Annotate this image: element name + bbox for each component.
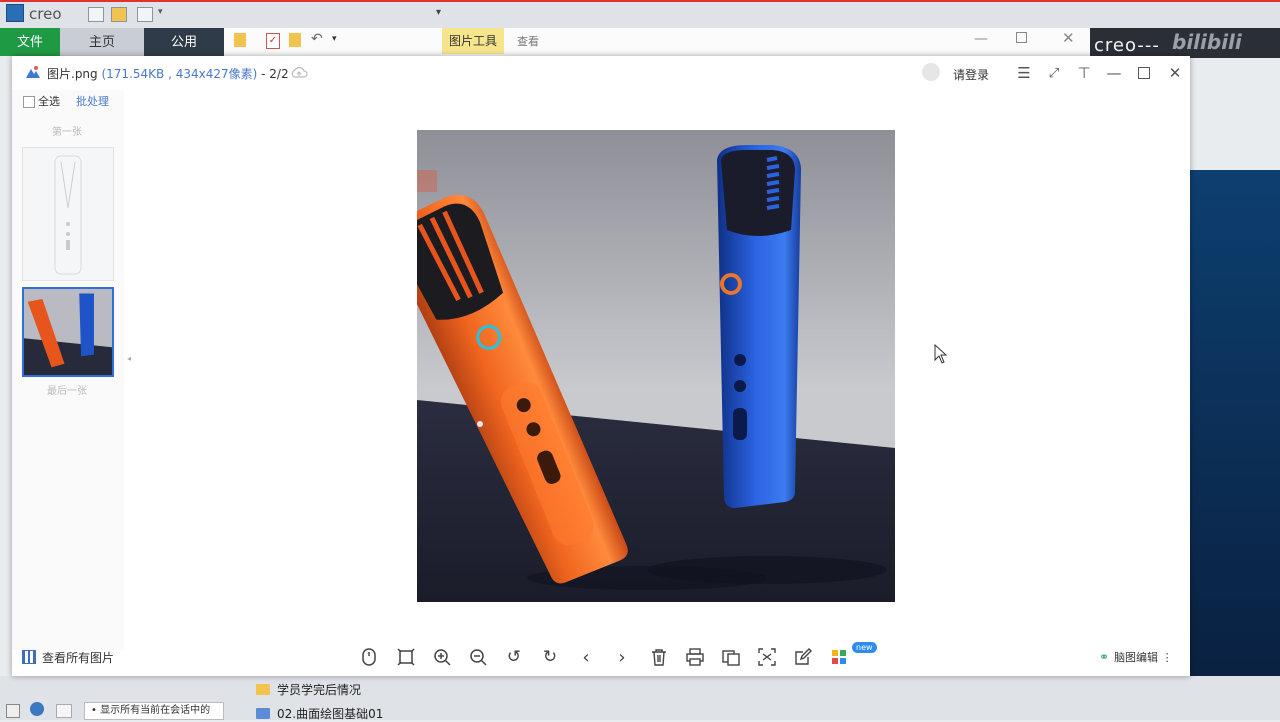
rotate-left-icon[interactable]: ↺: [503, 646, 525, 668]
login-link[interactable]: 请登录: [953, 66, 989, 83]
explorer-minimize-button[interactable]: —: [974, 31, 988, 47]
globe-icon[interactable]: [30, 702, 44, 716]
close-button[interactable]: ✕: [1164, 62, 1186, 84]
batch-process-link[interactable]: 批处理: [76, 93, 109, 109]
grid-icon: [22, 650, 36, 664]
print-icon[interactable]: [684, 646, 706, 668]
pin-icon[interactable]: ⊤: [1073, 62, 1095, 84]
mind-map-edit-button[interactable]: ⚭ 脑图编辑 ⋮: [1099, 649, 1173, 665]
view-all-images-button[interactable]: 查看所有图片: [22, 649, 114, 666]
properties-icon[interactable]: ✓: [266, 33, 280, 49]
undo-icon[interactable]: ↶: [311, 31, 323, 47]
thumbnail-1[interactable]: [22, 147, 114, 281]
microphone-render: [417, 130, 895, 602]
viewer-title: 图片.png (171.54KB , 434x427像素) - 2/2: [47, 65, 289, 82]
image-viewer-window: 图片.png (171.54KB , 434x427像素) - 2/2 请登录 …: [12, 56, 1190, 676]
mouse-cursor-icon: [934, 344, 948, 364]
folder-icon: [256, 708, 270, 719]
tab-share[interactable]: 公用: [144, 28, 224, 56]
folder-icon: [256, 684, 270, 695]
open-folder-icon[interactable]: [111, 7, 127, 22]
next-icon[interactable]: ›: [611, 646, 633, 668]
list-item[interactable]: 02.曲面绘图基础01: [256, 705, 383, 722]
image-index: - 2/2: [261, 67, 289, 81]
compare-icon[interactable]: [720, 646, 742, 668]
fullscreen-icon[interactable]: ⤢: [1043, 62, 1065, 84]
thumbnail-2-selected[interactable]: [22, 287, 114, 377]
explorer-maximize-button[interactable]: [1016, 32, 1027, 43]
thumbnail-sidebar: 全选 批处理 第一张 最后一张: [12, 90, 124, 650]
file-meta: (171.54KB , 434x427像素): [101, 67, 258, 81]
watermark-text: creo---: [1094, 35, 1160, 56]
main-image-canvas[interactable]: [417, 130, 895, 602]
viewer-app-icon: [26, 66, 40, 78]
tab-picture-tools[interactable]: 图片工具: [442, 28, 504, 54]
avatar[interactable]: [922, 63, 940, 81]
tab-file[interactable]: 文件: [0, 28, 60, 56]
select-all-label[interactable]: 全选: [38, 93, 60, 109]
list-item[interactable]: 学员学完后情况: [256, 681, 361, 698]
thumbnail-sketch: [54, 155, 82, 275]
creo-quick-access-bar: [0, 0, 1280, 28]
file-name: 图片.png: [47, 67, 98, 81]
background-window: [1190, 170, 1280, 690]
select-all-checkbox[interactable]: [23, 96, 35, 108]
explorer-ribbon: [224, 28, 1090, 57]
window-icon[interactable]: [137, 7, 153, 22]
tab-home[interactable]: 主页: [60, 28, 144, 56]
mouse-icon[interactable]: [358, 646, 380, 668]
status-message: • 显示所有当前在会话中的: [84, 702, 224, 720]
thumbnail-microphones: [24, 289, 112, 375]
prev-icon[interactable]: ‹: [575, 646, 597, 668]
rotate-right-icon[interactable]: ↻: [539, 646, 561, 668]
mindmap-icon: ⚭: [1099, 650, 1110, 664]
fit-icon[interactable]: [395, 646, 417, 668]
new-file-icon[interactable]: [88, 7, 104, 22]
grid-icon[interactable]: [6, 704, 20, 718]
dropdown-arrow-icon[interactable]: ▾: [158, 7, 163, 17]
more-options-icon[interactable]: ⋮: [1162, 651, 1173, 664]
collapse-sidebar-icon[interactable]: ◂: [127, 354, 131, 363]
bilibili-logo: bilibili: [1172, 30, 1242, 54]
delete-icon[interactable]: [648, 646, 670, 668]
maximize-button[interactable]: [1133, 62, 1155, 84]
explorer-close-button[interactable]: ✕: [1062, 29, 1075, 47]
creo-logo: creo: [6, 4, 62, 23]
menu-icon[interactable]: ☰: [1013, 62, 1035, 84]
zoom-in-icon[interactable]: [431, 646, 453, 668]
zoom-out-icon[interactable]: [467, 646, 489, 668]
cloud-upload-icon[interactable]: [290, 65, 308, 79]
first-image-separator: 第一张: [22, 123, 112, 138]
window-icon[interactable]: [56, 704, 72, 718]
grid-apps-icon[interactable]: [828, 646, 850, 668]
new-folder-icon[interactable]: [289, 33, 301, 47]
creo-app-icon: [6, 4, 24, 22]
minimize-button[interactable]: —: [1103, 62, 1125, 84]
edit-icon[interactable]: [792, 646, 814, 668]
tab-view[interactable]: 查看: [517, 33, 539, 49]
new-badge: new: [852, 642, 877, 653]
folder-icon[interactable]: [234, 33, 246, 47]
customize-dropdown-icon[interactable]: ▾: [332, 34, 337, 44]
scan-icon[interactable]: [756, 646, 778, 668]
last-image-separator: 最后一张: [22, 382, 112, 397]
quick-access-dropdown-icon[interactable]: ▾: [436, 7, 441, 18]
